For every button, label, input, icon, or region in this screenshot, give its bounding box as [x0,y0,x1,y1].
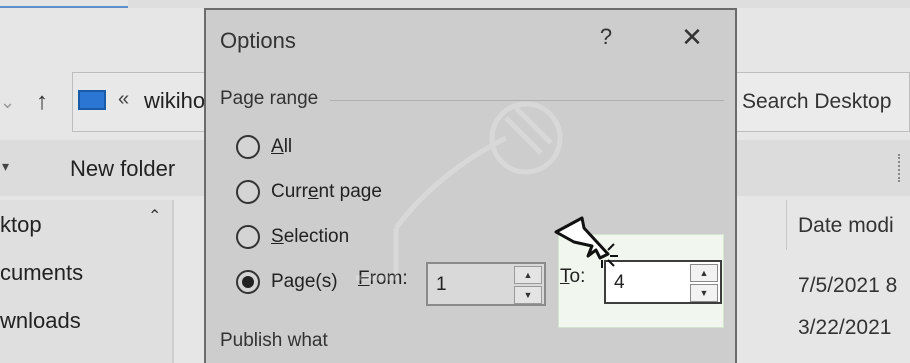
table-row-date[interactable]: 7/5/2021 8 [798,274,897,298]
group-divider [330,100,724,101]
page-range-group-title: Page range [220,88,319,109]
column-header-date-modified[interactable]: Date modi [798,214,894,238]
spin-up-icon[interactable]: ▲ [514,266,542,284]
address-path-text: wikiho [144,88,206,113]
pane-divider[interactable] [172,200,174,363]
radio-pages-label: Page(s) [271,271,338,292]
nav-item-desktop[interactable]: ktop [0,212,42,238]
folder-icon [78,90,106,110]
radio-current-page-label: Current page [271,181,382,202]
search-placeholder: Search Desktop [742,90,892,113]
column-divider[interactable] [786,200,787,250]
pointer-cursor-icon [554,216,618,268]
nav-item-downloads[interactable]: wnloads [0,308,81,334]
title-strip [0,0,910,8]
radio-button-checked[interactable] [236,270,260,294]
from-page-value: 1 [436,274,447,295]
help-button[interactable]: ? [592,24,620,50]
radio-all-label: All [271,136,293,157]
spin-down-icon[interactable]: ▼ [690,284,718,302]
new-folder-button[interactable]: New folder [70,156,175,182]
nav-collapse-chevron-icon[interactable]: ⌃ [148,206,161,226]
more-options-icon[interactable] [898,154,910,182]
radio-all[interactable]: All [236,132,292,162]
up-arrow-icon[interactable]: ↑ [36,88,48,116]
history-chevron-icon[interactable]: ⌄ [0,92,15,113]
radio-button[interactable] [236,135,260,159]
spin-down-icon[interactable]: ▼ [514,286,542,304]
radio-button[interactable] [236,180,260,204]
dialog-title: Options [220,28,296,53]
to-spinner: ▲ ▼ [690,264,718,302]
from-label: From: [358,268,408,289]
from-page-input[interactable]: 1 ▲ ▼ [426,262,546,306]
radio-selection[interactable]: Selection [236,222,349,252]
from-spinner: ▲ ▼ [514,266,542,304]
nav-item-documents[interactable]: cuments [0,260,83,286]
close-button[interactable]: ✕ [676,22,708,53]
address-separator: « [118,88,130,110]
radio-current-page[interactable]: Current page [236,177,382,207]
active-tab-indicator [0,0,128,8]
spin-up-icon[interactable]: ▲ [690,264,718,282]
to-page-value: 4 [614,272,625,293]
radio-pages[interactable]: Page(s) [236,267,338,297]
radio-selection-label: Selection [271,226,350,247]
organize-chevron-icon[interactable]: ▾ [2,158,9,175]
publish-what-group-title: Publish what [220,330,328,351]
table-row-date[interactable]: 3/22/2021 [798,316,891,340]
radio-button[interactable] [236,225,260,249]
